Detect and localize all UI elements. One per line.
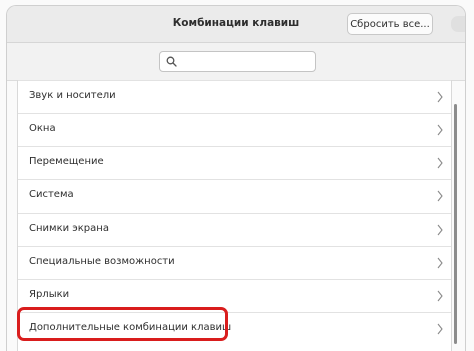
list-item[interactable]: Снимки экрана xyxy=(18,213,451,246)
search-icon xyxy=(166,56,177,67)
search-bar xyxy=(7,43,465,81)
chevron-right-icon xyxy=(437,91,443,103)
list-item[interactable]: Дополнительные комбинации клавиш xyxy=(18,312,451,345)
chevron-right-icon xyxy=(437,257,443,269)
shortcuts-window: Комбинации клавиш Сбросить все... Звук и… xyxy=(0,0,474,351)
chevron-right-icon xyxy=(437,290,443,302)
chevron-right-icon xyxy=(437,323,443,335)
list-item-label: Специальные возможности xyxy=(29,256,175,267)
list-item-label: Ярлыки xyxy=(29,289,70,300)
search-field[interactable] xyxy=(159,51,316,72)
list-item[interactable]: Перемещение xyxy=(18,146,451,179)
list-item-label: Окна xyxy=(29,123,56,134)
headerbar: Комбинации клавиш Сбросить все... xyxy=(7,6,465,43)
reset-all-button[interactable]: Сбросить все... xyxy=(347,13,433,35)
list-item-label: Дополнительные комбинации клавиш xyxy=(29,322,232,333)
close-button[interactable] xyxy=(451,16,465,32)
list-item[interactable]: Окна xyxy=(18,113,451,146)
chevron-right-icon xyxy=(437,124,443,136)
list-item-label: Звук и носители xyxy=(29,90,116,101)
chevron-right-icon xyxy=(437,224,443,236)
list-item[interactable]: Звук и носители xyxy=(18,80,451,113)
scrollbar[interactable] xyxy=(454,104,457,344)
shortcut-category-list: Звук и носители Окна Перемещение Система… xyxy=(17,80,452,351)
list-item[interactable]: Специальные возможности xyxy=(18,246,451,279)
list-item-label: Система xyxy=(29,189,74,200)
chevron-right-icon xyxy=(437,190,443,202)
list-item[interactable]: Система xyxy=(18,179,451,212)
list-item-label: Перемещение xyxy=(29,156,104,167)
chevron-right-icon xyxy=(437,157,443,169)
list-item-label: Снимки экрана xyxy=(29,223,109,234)
dialog-frame: Комбинации клавиш Сбросить все... Звук и… xyxy=(6,5,466,351)
search-input[interactable] xyxy=(180,53,310,70)
list-item[interactable]: Ярлыки xyxy=(18,279,451,312)
